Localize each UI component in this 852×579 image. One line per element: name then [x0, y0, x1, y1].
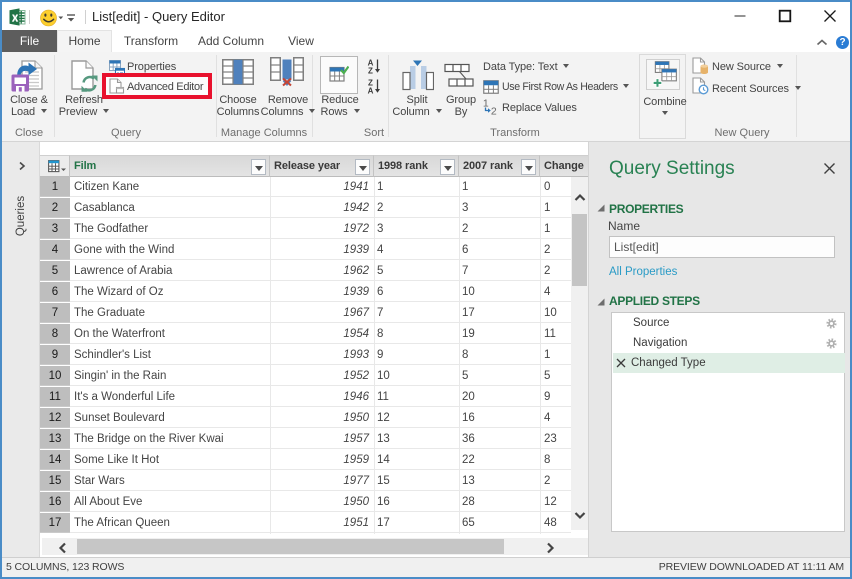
- svg-text:2: 2: [491, 106, 497, 116]
- svg-text:Z: Z: [368, 67, 373, 75]
- svg-text:A: A: [368, 87, 374, 95]
